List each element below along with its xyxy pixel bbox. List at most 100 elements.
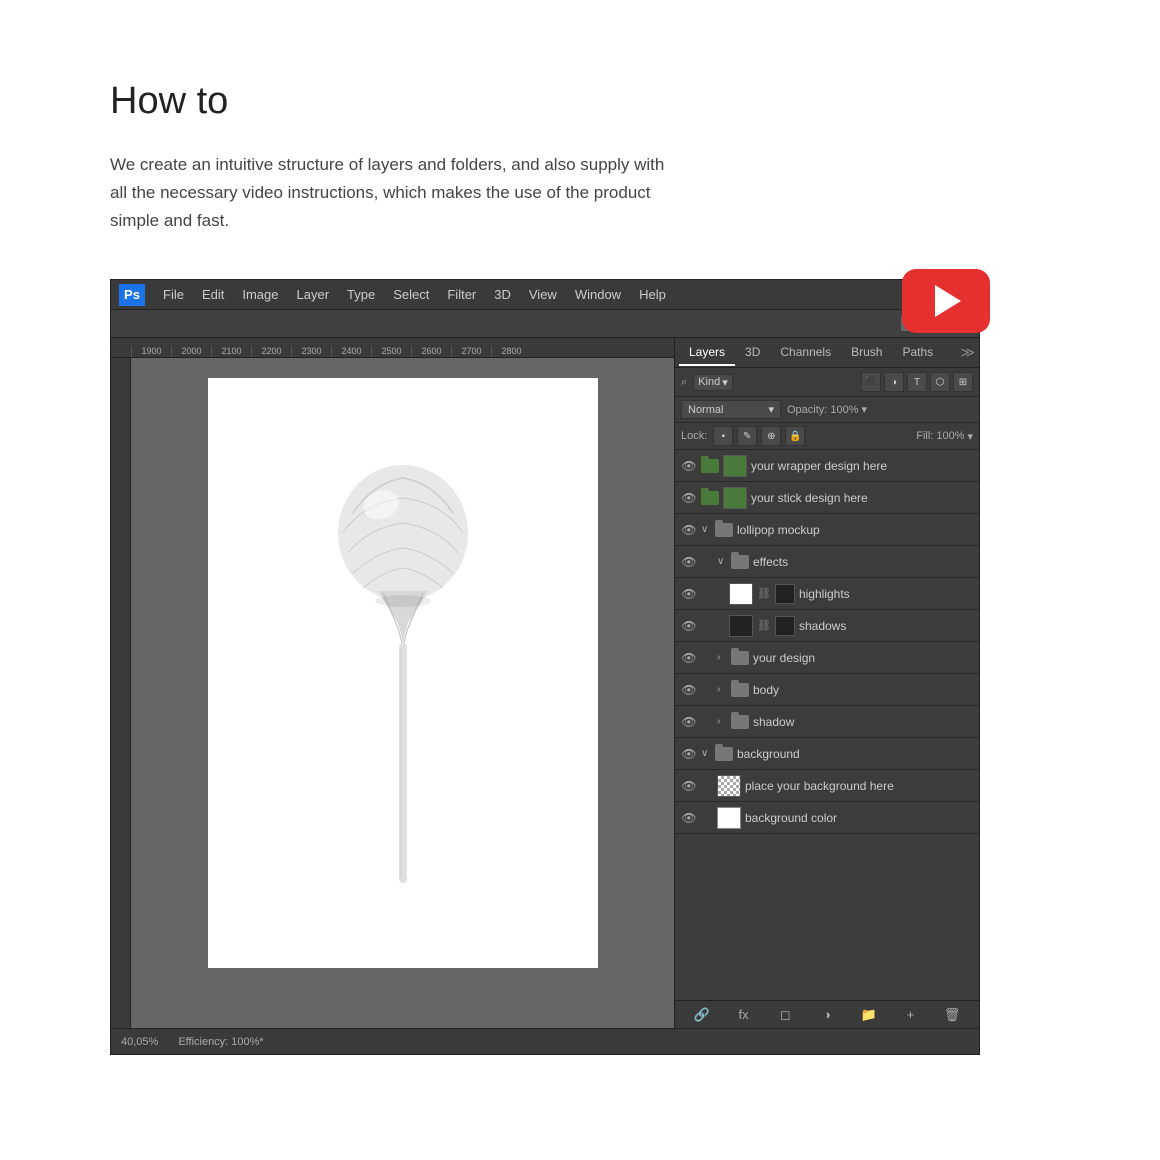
- page-title: How to: [110, 80, 1050, 123]
- layer-visibility-icon[interactable]: 👁: [681, 778, 697, 794]
- tab-channels[interactable]: Channels: [770, 340, 841, 366]
- layer-visibility-icon[interactable]: 👁: [681, 682, 697, 698]
- expand-icon[interactable]: ›: [717, 684, 727, 695]
- layer-row[interactable]: 👁 ∨ background: [675, 738, 979, 770]
- lock-row: Lock: ▪ ✎ ⊕ 🔒 Fill: 100% ▾: [675, 423, 979, 450]
- layer-visibility-icon[interactable]: 👁: [681, 522, 697, 538]
- layer-visibility-icon[interactable]: 👁: [681, 746, 697, 762]
- layer-name: body: [753, 683, 973, 697]
- layer-thumbnail: [723, 455, 747, 477]
- chain-icon: ⛓: [757, 619, 771, 632]
- menu-file[interactable]: File: [155, 284, 192, 305]
- menu-filter[interactable]: Filter: [439, 284, 484, 305]
- expand-icon[interactable]: ∨: [701, 524, 711, 535]
- menu-image[interactable]: Image: [234, 284, 286, 305]
- layer-row[interactable]: 👁 place your background here: [675, 770, 979, 802]
- layer-row[interactable]: 👁 your wrapper design here: [675, 450, 979, 482]
- lock-all-icon[interactable]: 🔒: [785, 426, 805, 446]
- layer-visibility-icon[interactable]: 👁: [681, 618, 697, 634]
- layer-row[interactable]: 👁 ∨ lollipop mockup: [675, 514, 979, 546]
- filter-shape-icon[interactable]: ⬡: [930, 372, 950, 392]
- layer-visibility-icon[interactable]: 👁: [681, 586, 697, 602]
- layer-thumbnail-checkered: [717, 775, 741, 797]
- layer-visibility-icon[interactable]: 👁: [681, 810, 697, 826]
- filter-text-icon[interactable]: T: [907, 372, 927, 392]
- panel-tabs: Layers 3D Channels Brush Paths ≫: [675, 338, 979, 368]
- lock-paint-icon[interactable]: ✎: [737, 426, 757, 446]
- filter-adjust-icon[interactable]: ◑: [884, 372, 904, 392]
- layer-thumbnail: [729, 583, 753, 605]
- layer-folder-icon: [731, 555, 749, 569]
- layer-name: your stick design here: [751, 491, 973, 505]
- fill-label: Fill:: [916, 430, 933, 442]
- filter-smart-icon[interactable]: ⊞: [953, 372, 973, 392]
- layer-name: your design: [753, 651, 973, 665]
- blend-mode-value: Normal: [688, 404, 723, 416]
- new-group-button[interactable]: 📁: [858, 1004, 880, 1026]
- menu-help[interactable]: Help: [631, 284, 674, 305]
- ruler-mark: 2300: [291, 346, 331, 358]
- layer-row[interactable]: 👁 background color: [675, 802, 979, 834]
- panel-overflow-icon[interactable]: ≫: [960, 344, 975, 361]
- lock-move-icon[interactable]: ⊕: [761, 426, 781, 446]
- layer-name: shadow: [753, 715, 973, 729]
- menu-type[interactable]: Type: [339, 284, 383, 305]
- ruler-mark: 2200: [251, 346, 291, 358]
- tab-brush[interactable]: Brush: [841, 340, 892, 366]
- menu-layer[interactable]: Layer: [289, 284, 338, 305]
- layer-row[interactable]: 👁 › shadow: [675, 706, 979, 738]
- menu-window[interactable]: Window: [567, 284, 629, 305]
- lock-pixels-icon[interactable]: ▪: [713, 426, 733, 446]
- layer-row[interactable]: 👁 ∨ effects: [675, 546, 979, 578]
- layer-visibility-icon[interactable]: 👁: [681, 714, 697, 730]
- expand-icon[interactable]: ∨: [701, 748, 711, 759]
- layer-visibility-icon[interactable]: 👁: [681, 650, 697, 666]
- blend-mode-dropdown[interactable]: Normal ▾: [681, 400, 781, 419]
- link-layers-button[interactable]: 🔗: [691, 1004, 713, 1026]
- ruler-mark: 1900: [131, 346, 171, 358]
- layer-folder-icon: [731, 715, 749, 729]
- fill-arrow: ▾: [967, 430, 973, 443]
- layer-row[interactable]: 👁 ⛓ shadows: [675, 610, 979, 642]
- ruler-mark: 2500: [371, 346, 411, 358]
- youtube-play-button[interactable]: [902, 269, 990, 333]
- fill-row: Fill: 100% ▾: [916, 430, 973, 443]
- ruler-mark: 2600: [411, 346, 451, 358]
- blend-mode-row: Normal ▾ Opacity: 100% ▾: [675, 397, 979, 423]
- fx-button[interactable]: fx: [733, 1004, 755, 1026]
- add-mask-button[interactable]: ◻: [774, 1004, 796, 1026]
- menu-3d[interactable]: 3D: [486, 284, 519, 305]
- add-adjustment-button[interactable]: ◑: [816, 1004, 838, 1026]
- kind-dropdown[interactable]: Kind ▾: [693, 374, 733, 391]
- menu-edit[interactable]: Edit: [194, 284, 232, 305]
- ruler-top: 1900 2000 2100 2200 2300 2400 2500 2600 …: [111, 338, 674, 358]
- layer-row[interactable]: 👁 › body: [675, 674, 979, 706]
- new-layer-button[interactable]: +: [899, 1004, 921, 1026]
- layer-visibility-icon[interactable]: 👁: [681, 554, 697, 570]
- expand-icon[interactable]: ∨: [717, 556, 727, 567]
- kind-value: Kind: [698, 376, 720, 388]
- layer-name: lollipop mockup: [737, 523, 973, 537]
- opacity-arrow: ▾: [862, 403, 868, 416]
- tab-3d[interactable]: 3D: [735, 340, 770, 366]
- tab-layers[interactable]: Layers: [679, 340, 735, 366]
- layer-visibility-icon[interactable]: 👁: [681, 458, 697, 474]
- photoshop-window: Ps File Edit Image Layer Type Select Fil…: [110, 279, 980, 1055]
- expand-icon[interactable]: ›: [717, 652, 727, 663]
- layer-row[interactable]: 👁 your stick design here: [675, 482, 979, 514]
- expand-icon[interactable]: ›: [717, 716, 727, 727]
- menu-view[interactable]: View: [521, 284, 565, 305]
- menu-select[interactable]: Select: [385, 284, 437, 305]
- play-triangle-icon: [935, 285, 961, 317]
- filter-pixel-icon[interactable]: ⬛: [861, 372, 881, 392]
- layer-visibility-icon[interactable]: 👁: [681, 490, 697, 506]
- layer-row[interactable]: 👁 › your design: [675, 642, 979, 674]
- layer-folder-icon: [701, 491, 719, 505]
- canvas-area: 1900 2000 2100 2200 2300 2400 2500 2600 …: [111, 338, 674, 1028]
- layer-folder-icon: [701, 459, 719, 473]
- layers-list[interactable]: 👁 your wrapper design here 👁 your stick …: [675, 450, 979, 1000]
- delete-layer-button[interactable]: 🗑: [941, 1004, 963, 1026]
- layer-row[interactable]: 👁 ⛓ highlights: [675, 578, 979, 610]
- status-bar: 40,05% Efficiency: 100%*: [111, 1028, 979, 1054]
- tab-paths[interactable]: Paths: [892, 340, 943, 366]
